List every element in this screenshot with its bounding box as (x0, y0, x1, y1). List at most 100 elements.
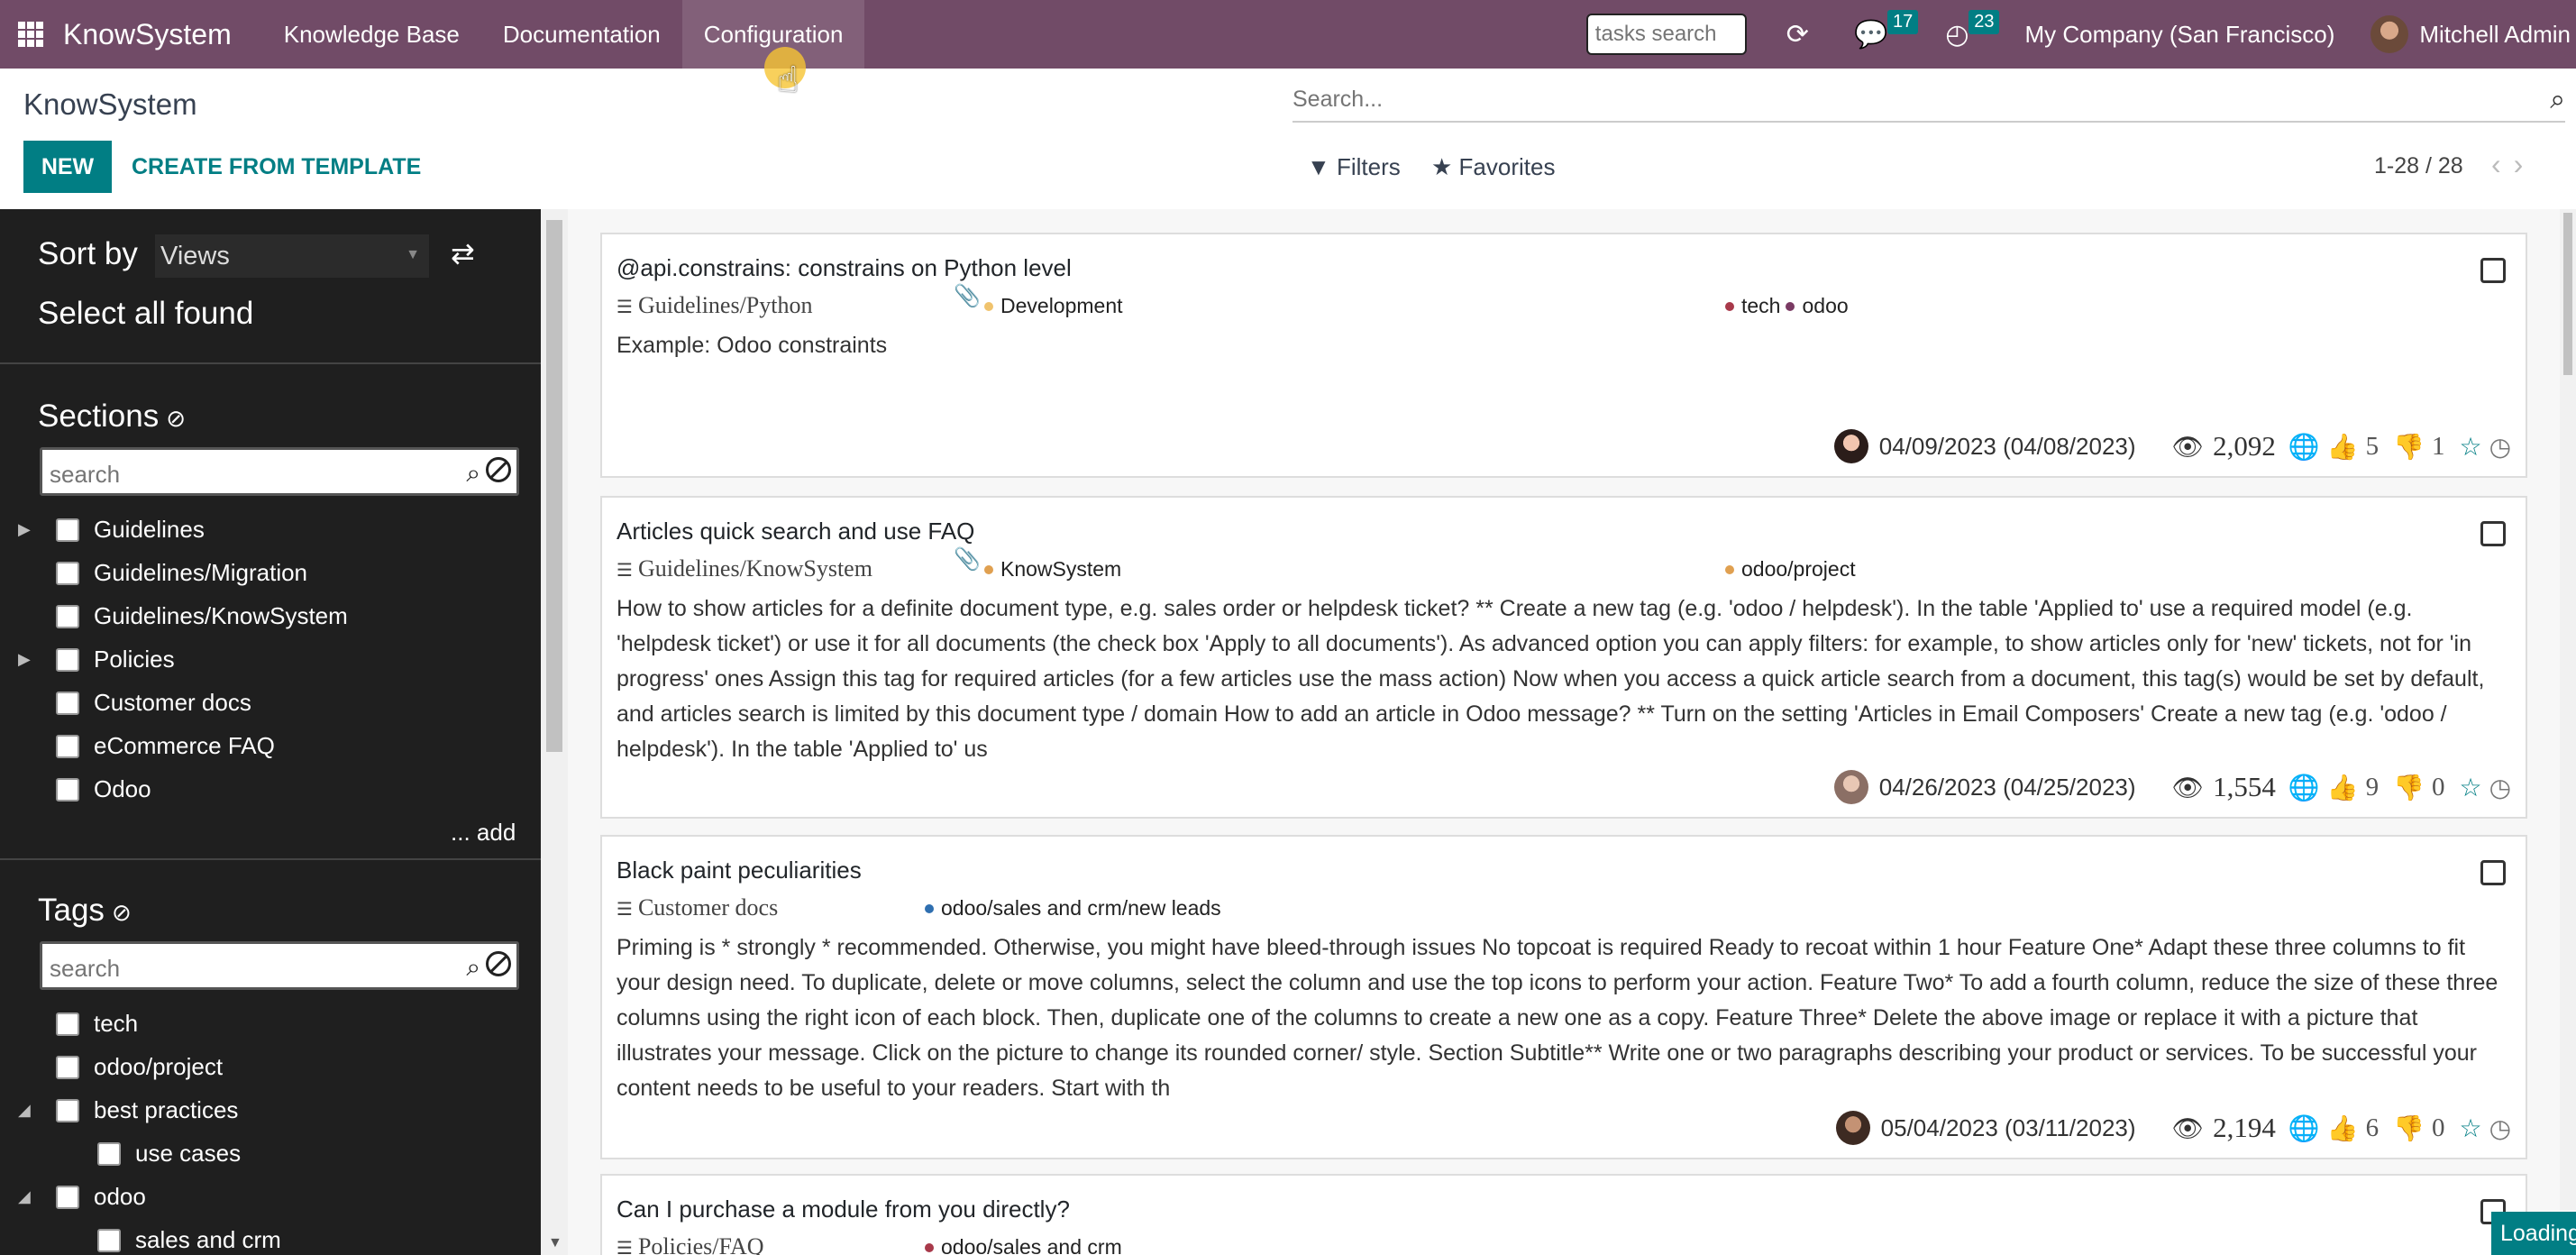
article-card[interactable]: Black paint peculiarities ☰ Customer docs… (600, 835, 2527, 1159)
scrollbar-thumb[interactable] (546, 220, 562, 752)
sidebar-scrollbar[interactable]: ▼ (541, 209, 568, 1255)
new-button[interactable]: NEW (23, 141, 112, 193)
menu-knowledge-base[interactable]: Knowledge Base (262, 0, 481, 69)
thumbs-up-icon[interactable]: 👍 (2327, 1113, 2359, 1143)
favorites-button[interactable]: ★ Favorites (1431, 153, 1555, 181)
messages-badge: 17 (1887, 9, 1919, 34)
article-card[interactable]: @api.constrains: constrains on Python le… (600, 233, 2527, 478)
messages-icon[interactable]: 💬 17 (1854, 9, 1919, 50)
select-all-found[interactable]: Select all found (38, 296, 253, 332)
article-tags: tech odoo (1720, 294, 1849, 318)
activities-clock-icon[interactable]: ◴ 23 (1945, 9, 2000, 50)
articles-kanban: @api.constrains: constrains on Python le… (568, 209, 2576, 1255)
scroll-down-icon[interactable]: ▼ (548, 1235, 562, 1251)
checkbox[interactable] (56, 604, 79, 628)
clock-icon[interactable]: ◷ (2489, 1113, 2511, 1143)
checkbox[interactable] (56, 1012, 79, 1036)
globe-icon: 🌐 (2288, 773, 2320, 802)
tag-item[interactable]: odoo/project (56, 1053, 223, 1081)
create-from-template-button[interactable]: CREATE FROM TEMPLATE (132, 141, 421, 193)
checkbox[interactable] (97, 1228, 121, 1252)
search-input[interactable] (1293, 79, 2500, 119)
thumbs-down-icon[interactable]: 👎 (2393, 432, 2425, 462)
article-checkbox[interactable] (2480, 258, 2506, 283)
section-item[interactable]: Odoo (56, 775, 151, 803)
article-title[interactable]: Can I purchase a module from you directl… (617, 1195, 1070, 1223)
scrollbar-thumb[interactable] (2563, 213, 2572, 375)
tag-item[interactable]: sales and crm (97, 1226, 281, 1254)
sort-direction-icon[interactable]: ⇄ (451, 236, 475, 270)
pager-value[interactable]: 1-28 / 28 (2374, 153, 2463, 179)
pager-next-icon[interactable]: › (2514, 148, 2536, 180)
filters-button[interactable]: ▼ Filters (1307, 153, 1401, 181)
thumbs-up-icon[interactable]: 👍 (2327, 432, 2359, 462)
pager-prev-icon[interactable]: ‹ (2491, 148, 2514, 180)
article-checkbox[interactable] (2480, 521, 2506, 546)
add-section-link[interactable]: ... add (451, 819, 516, 847)
user-avatar[interactable] (2370, 15, 2409, 53)
app-brand[interactable]: KnowSystem (63, 18, 232, 51)
tag-item[interactable]: use cases (97, 1140, 241, 1168)
menu-documentation[interactable]: Documentation (481, 0, 682, 69)
sections-search-input[interactable] (50, 461, 428, 489)
collapse-icon[interactable]: ◢ (18, 1187, 31, 1206)
checkbox[interactable] (56, 777, 79, 802)
clear-search-icon[interactable] (486, 457, 511, 482)
tag-item[interactable]: ◢ odoo (18, 1183, 146, 1211)
section-name: Guidelines/KnowSystem (637, 555, 872, 582)
article-title[interactable]: Black paint peculiarities (617, 857, 862, 884)
expand-icon[interactable]: ▶ (18, 650, 31, 669)
tag-label: tech (1741, 294, 1781, 317)
apps-grid-icon[interactable] (18, 22, 43, 47)
clock-icon[interactable]: ◷ (2489, 773, 2511, 802)
search-icon[interactable]: ⌕ (466, 459, 480, 489)
checkbox[interactable] (97, 1141, 121, 1166)
section-item[interactable]: Customer docs (56, 689, 251, 717)
clear-search-icon[interactable] (486, 951, 511, 976)
company-switcher[interactable]: My Company (San Francisco) (2024, 21, 2334, 49)
checkbox[interactable] (56, 734, 79, 758)
tasks-search-input[interactable] (1585, 14, 1747, 55)
article-section: ☰ Customer docs (617, 894, 778, 921)
checkbox[interactable] (56, 647, 79, 672)
checkbox[interactable] (56, 691, 79, 715)
checkbox[interactable] (56, 1055, 79, 1079)
star-icon[interactable]: ☆ (2459, 432, 2481, 462)
clock-icon[interactable]: ◷ (2489, 432, 2511, 462)
article-title[interactable]: Articles quick search and use FAQ (617, 518, 974, 545)
clear-sections-icon[interactable]: ⊘ (166, 405, 186, 432)
search-icon[interactable]: ⌕ (2550, 85, 2565, 115)
tags-search-input[interactable] (50, 955, 428, 983)
thumbs-down-icon[interactable]: 👎 (2393, 1113, 2425, 1143)
section-item[interactable]: ▶ Policies (18, 646, 175, 673)
tag-color-dot (1786, 301, 1795, 311)
checkbox[interactable] (56, 561, 79, 585)
expand-icon[interactable]: ▶ (18, 520, 31, 539)
clear-tags-icon[interactable]: ⊘ (112, 899, 132, 926)
checkbox[interactable] (56, 518, 79, 542)
star-icon[interactable]: ☆ (2459, 1113, 2481, 1143)
article-title[interactable]: @api.constrains: constrains on Python le… (617, 254, 1072, 282)
article-card[interactable]: Can I purchase a module from you directl… (600, 1174, 2527, 1255)
section-item[interactable]: ▶ Guidelines (18, 516, 205, 544)
checkbox[interactable] (56, 1098, 79, 1122)
search-icon[interactable]: ⌕ (466, 953, 480, 983)
sort-select[interactable]: Views ▼ (155, 234, 429, 278)
article-card[interactable]: Articles quick search and use FAQ ☰ Guide… (600, 496, 2527, 819)
refresh-icon[interactable]: ⟳ (1786, 19, 1809, 50)
section-item[interactable]: Guidelines/Migration (56, 559, 307, 587)
article-checkbox[interactable] (2480, 860, 2506, 885)
tag-item[interactable]: ◢ best practices (18, 1096, 238, 1124)
star-icon[interactable]: ☆ (2459, 773, 2481, 802)
section-item[interactable]: Guidelines/KnowSystem (56, 602, 348, 630)
user-menu[interactable]: Mitchell Admin (2419, 21, 2571, 49)
section-label: Policies (94, 646, 175, 673)
tag-item[interactable]: tech (56, 1010, 138, 1038)
thumbs-up-icon[interactable]: 👍 (2327, 773, 2359, 802)
pager-arrows: ‹› (2491, 148, 2535, 181)
content-scrollbar[interactable] (2560, 209, 2576, 1210)
section-item[interactable]: eCommerce FAQ (56, 732, 275, 760)
collapse-icon[interactable]: ◢ (18, 1101, 31, 1120)
checkbox[interactable] (56, 1185, 79, 1209)
thumbs-down-icon[interactable]: 👎 (2393, 773, 2425, 802)
